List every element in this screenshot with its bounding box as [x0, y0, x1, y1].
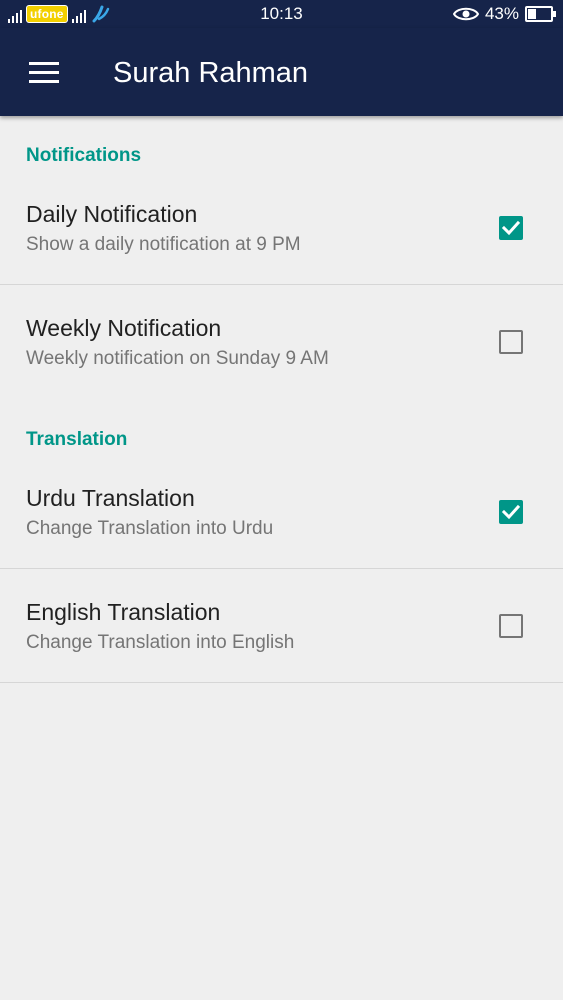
- pref-urdu-translation[interactable]: Urdu Translation Change Translation into…: [0, 456, 563, 570]
- weekly-notification-checkbox[interactable]: [499, 330, 523, 354]
- menu-button[interactable]: [20, 52, 68, 92]
- pref-summary: Change Translation into English: [26, 632, 295, 653]
- pref-summary: Change Translation into Urdu: [26, 518, 274, 539]
- divider: [0, 284, 563, 285]
- pref-title: Urdu Translation: [26, 485, 195, 511]
- toolbar-title: Surah Rahman: [113, 57, 309, 89]
- section-header-notifications: Notifications: [26, 145, 142, 166]
- battery-level: [528, 9, 536, 19]
- status-bar: ufone 10:13 43%: [0, 0, 563, 28]
- eye-icon: [452, 7, 479, 21]
- pref-weekly-notification[interactable]: Weekly Notification Weekly notification …: [0, 286, 563, 400]
- pref-title: English Translation: [26, 599, 221, 625]
- battery-icon: [525, 6, 556, 22]
- divider: [0, 568, 563, 569]
- pref-title: Weekly Notification: [26, 315, 222, 341]
- daily-notification-checkbox[interactable]: [499, 216, 523, 240]
- section-header-translation: Translation: [26, 429, 128, 450]
- divider: [0, 682, 563, 683]
- app-toolbar: Surah Rahman: [0, 28, 563, 116]
- battery-percent: 43%: [484, 4, 519, 23]
- pref-title: Daily Notification: [26, 201, 198, 227]
- checkmark-icon: [501, 220, 521, 236]
- pref-summary: Show a daily notification at 9 PM: [26, 234, 301, 255]
- pref-summary: Weekly notification on Sunday 9 AM: [26, 348, 329, 369]
- status-right: 43%: [452, 4, 556, 24]
- urdu-translation-checkbox[interactable]: [499, 500, 523, 524]
- pref-daily-notification[interactable]: Daily Notification Show a daily notifica…: [0, 172, 563, 286]
- checkmark-icon: [501, 504, 521, 520]
- english-translation-checkbox[interactable]: [499, 614, 523, 638]
- hamburger-menu-icon: [29, 62, 59, 83]
- pref-english-translation[interactable]: English Translation Change Translation i…: [0, 570, 563, 684]
